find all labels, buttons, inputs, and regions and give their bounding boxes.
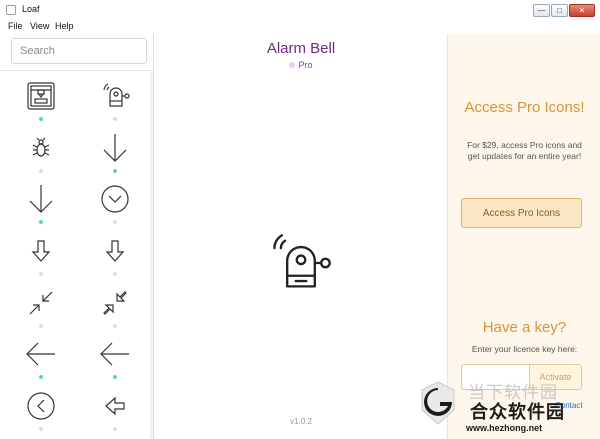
- free-indicator: [113, 375, 117, 379]
- free-indicator: [39, 117, 43, 121]
- pro-indicator: [39, 272, 43, 276]
- tier-label: Pro: [298, 60, 313, 70]
- icon-tile[interactable]: [11, 390, 71, 434]
- minimize-button[interactable]: —: [533, 4, 550, 17]
- icon-sidebar: [0, 34, 154, 439]
- watermark-brand: 合众软件园: [470, 402, 565, 422]
- menu-help[interactable]: Help: [55, 21, 74, 31]
- search-input[interactable]: [11, 38, 147, 64]
- pro-indicator: [113, 324, 117, 328]
- arrow-left-outline-icon: [105, 396, 125, 416]
- arrow-down-icon: [29, 185, 53, 213]
- icon-tile[interactable]: [85, 80, 145, 124]
- arrow-down-outline-icon: [31, 240, 51, 262]
- alarm-bell-icon: [273, 234, 331, 288]
- close-button[interactable]: ✕: [569, 4, 595, 17]
- arrows-collapse-icon: [29, 291, 53, 315]
- pro-indicator: [39, 324, 43, 328]
- icon-title: Alarm Bell: [266, 40, 336, 57]
- menu-file[interactable]: File: [8, 21, 23, 31]
- app-icon: [6, 5, 16, 15]
- icon-tile[interactable]: [11, 287, 71, 331]
- alarm-bell-icon: [103, 83, 130, 107]
- title-bar: Loaf — □ ✕: [0, 0, 600, 20]
- sidebar-divider: [0, 70, 154, 71]
- maximize-button[interactable]: □: [551, 4, 568, 17]
- icon-tile[interactable]: [85, 132, 145, 176]
- icon-tile[interactable]: [11, 80, 71, 124]
- 3d-printer-icon: [27, 82, 55, 110]
- pro-indicator: [39, 169, 43, 173]
- icon-tile[interactable]: [85, 390, 145, 434]
- promo-title: Access Pro Icons!: [464, 99, 585, 116]
- icon-tile[interactable]: [85, 235, 145, 279]
- pro-indicator: [113, 427, 117, 431]
- menu-bar: File View Help: [0, 19, 600, 34]
- icon-detail-panel: Alarm Bell Pro v1.0.2: [155, 34, 447, 439]
- pro-dot-icon: [289, 62, 296, 68]
- icon-tile[interactable]: [11, 183, 71, 227]
- watermark-url: www.hezhong.net: [466, 423, 543, 433]
- free-indicator: [39, 375, 43, 379]
- icon-tile[interactable]: [11, 338, 71, 382]
- key-title: Have a key?: [482, 319, 567, 336]
- arrows-collapse-outline-icon: [103, 291, 127, 315]
- promo-text: For $29, access Pro icons and get update…: [467, 140, 582, 161]
- sidebar-scrollbar[interactable]: [150, 71, 153, 439]
- watermark-logo-icon: [421, 381, 455, 425]
- menu-view[interactable]: View: [30, 21, 49, 31]
- icon-tile[interactable]: [11, 132, 71, 176]
- arrow-down-icon: [103, 134, 127, 162]
- free-indicator: [39, 220, 43, 224]
- pro-indicator: [113, 117, 117, 121]
- arrow-left-icon: [26, 342, 55, 366]
- pro-tag: Pro: [155, 60, 447, 70]
- pro-indicator: [113, 220, 117, 224]
- key-instructions: Enter your licence key here:: [471, 344, 578, 354]
- pro-indicator: [39, 427, 43, 431]
- arrow-down-outline-icon: [105, 240, 125, 262]
- access-pro-button[interactable]: Access Pro Icons: [461, 198, 582, 228]
- free-indicator: [113, 169, 117, 173]
- pro-indicator: [113, 272, 117, 276]
- icon-tile[interactable]: [85, 338, 145, 382]
- window-title: Loaf: [22, 4, 40, 14]
- arrow-left-icon: [100, 342, 129, 366]
- bug-icon: [32, 137, 50, 157]
- arrow-down-circle-icon: [101, 185, 129, 213]
- icon-tile[interactable]: [85, 287, 145, 331]
- arrow-left-circle-icon: [27, 392, 55, 420]
- icon-tile[interactable]: [85, 183, 145, 227]
- icon-tile[interactable]: [11, 235, 71, 279]
- version-label: v1.0.2: [290, 417, 312, 426]
